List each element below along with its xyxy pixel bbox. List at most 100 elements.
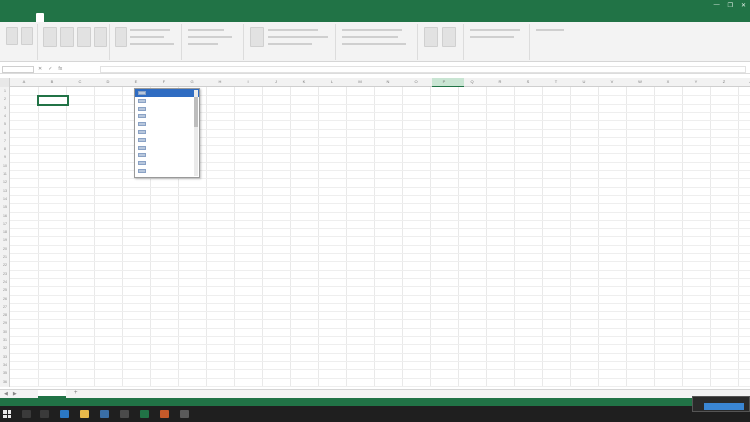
app-icon-3[interactable] [180,410,189,418]
enter-icon[interactable]: ✓ [48,66,52,72]
ribbon-small-item[interactable] [130,29,170,31]
row-header-33[interactable]: 33 [0,355,10,359]
row-header-24[interactable]: 24 [0,280,10,284]
row-header-13[interactable]: 13 [0,189,10,193]
column-header-k[interactable]: K [290,79,318,84]
tab-extra[interactable] [68,13,76,22]
row-header-15[interactable]: 15 [0,205,10,209]
tab-view[interactable] [60,13,68,22]
cancel-icon[interactable]: ✕ [38,66,42,72]
row-header-31[interactable]: 31 [0,338,10,342]
worksheet-grid[interactable]: ABCDEFGHIJKLMNOPQRSTUVWXYZAA123456789101… [0,78,750,387]
tab-review[interactable] [52,13,60,22]
row-header-26[interactable]: 26 [0,297,10,301]
excel-icon[interactable] [140,410,149,418]
insert-function-icon[interactable]: fx [58,66,62,72]
column-header-t[interactable]: T [542,79,570,84]
ribbon-small-item[interactable] [130,36,164,38]
ribbon-small-item[interactable] [188,36,232,38]
windows-start-icon[interactable] [3,410,11,418]
row-header-30[interactable]: 30 [0,330,10,334]
add-sheet-icon[interactable]: + [74,390,78,396]
row-header-7[interactable]: 7 [0,139,10,143]
column-header-m[interactable]: M [346,79,374,84]
store-icon[interactable] [100,410,109,418]
row-header-9[interactable]: 9 [0,155,10,159]
column-header-w[interactable]: W [626,79,654,84]
ribbon-small-item[interactable] [268,43,312,45]
ribbon-small-item[interactable] [342,36,398,38]
ribbon-big-button-7[interactable] [115,27,127,47]
ribbon-big-button-4[interactable] [60,27,74,47]
column-header-aa[interactable]: AA [738,79,750,84]
column-header-o[interactable]: O [402,79,430,84]
column-header-p[interactable]: P [430,79,458,84]
column-header-h[interactable]: H [206,79,234,84]
row-header-21[interactable]: 21 [0,255,10,259]
autocomplete-item[interactable] [135,89,199,97]
row-header-17[interactable]: 17 [0,222,10,226]
overlay-button[interactable] [704,403,744,410]
ribbon-small-item[interactable] [268,29,318,31]
column-header-y[interactable]: Y [682,79,710,84]
row-header-6[interactable]: 6 [0,131,10,135]
autocomplete-item[interactable] [135,112,199,120]
row-header-29[interactable]: 29 [0,321,10,325]
autocomplete-scroll-thumb[interactable] [194,97,198,127]
column-header-x[interactable]: X [654,79,682,84]
tab-home[interactable] [12,13,20,22]
row-header-11[interactable]: 11 [0,172,10,176]
row-header-4[interactable]: 4 [0,114,10,118]
row-header-3[interactable]: 3 [0,106,10,110]
ribbon-big-button-3[interactable] [43,27,57,47]
column-header-n[interactable]: N [374,79,402,84]
ribbon-big-button-8[interactable] [250,27,264,47]
name-box[interactable] [2,66,34,73]
sheet-next-icon[interactable]: ▶ [13,391,17,397]
file-explorer-icon[interactable] [80,410,89,418]
row-header-20[interactable]: 20 [0,247,10,251]
row-header-10[interactable]: 10 [0,164,10,168]
select-all-corner[interactable] [0,78,10,87]
tab-insert[interactable] [20,13,28,22]
autocomplete-item[interactable] [135,97,199,105]
autocomplete-item[interactable] [135,151,199,159]
column-header-g[interactable]: G [178,79,206,84]
autocomplete-item[interactable] [135,159,199,167]
ribbon-small-item[interactable] [470,36,514,38]
column-header-c[interactable]: C [66,79,94,84]
task-view-icon[interactable] [40,410,49,418]
autocomplete-item[interactable] [135,144,199,152]
search-icon[interactable] [22,410,31,418]
row-header-16[interactable]: 16 [0,214,10,218]
row-header-25[interactable]: 25 [0,288,10,292]
minimize-button[interactable]: — [714,2,720,9]
column-header-z[interactable]: Z [710,79,738,84]
formula-input[interactable] [100,66,746,73]
row-header-36[interactable]: 36 [0,380,10,384]
ribbon-small-item[interactable] [188,29,224,31]
ribbon-small-item[interactable] [342,43,406,45]
sheet-tab-active[interactable] [38,390,66,398]
column-header-d[interactable]: D [94,79,122,84]
sheet-prev-icon[interactable]: ◀ [4,391,8,397]
column-header-a[interactable]: A [10,79,38,84]
edge-browser-icon[interactable] [60,410,69,418]
row-header-2[interactable]: 2 [0,97,10,101]
ribbon-small-item[interactable] [188,43,218,45]
row-header-12[interactable]: 12 [0,180,10,184]
tab-data[interactable] [44,13,52,22]
autocomplete-item[interactable] [135,105,199,113]
column-header-v[interactable]: V [598,79,626,84]
ribbon-big-button-10[interactable] [442,27,456,47]
column-header-l[interactable]: L [318,79,346,84]
row-header-1[interactable]: 1 [0,89,10,93]
tab-page-layout[interactable] [28,13,36,22]
column-header-s[interactable]: S [514,79,542,84]
ribbon-small-item[interactable] [470,29,520,31]
column-header-u[interactable]: U [570,79,598,84]
app-icon-2[interactable] [160,410,169,418]
column-header-j[interactable]: J [262,79,290,84]
tab-file[interactable] [4,13,12,22]
row-header-18[interactable]: 18 [0,230,10,234]
